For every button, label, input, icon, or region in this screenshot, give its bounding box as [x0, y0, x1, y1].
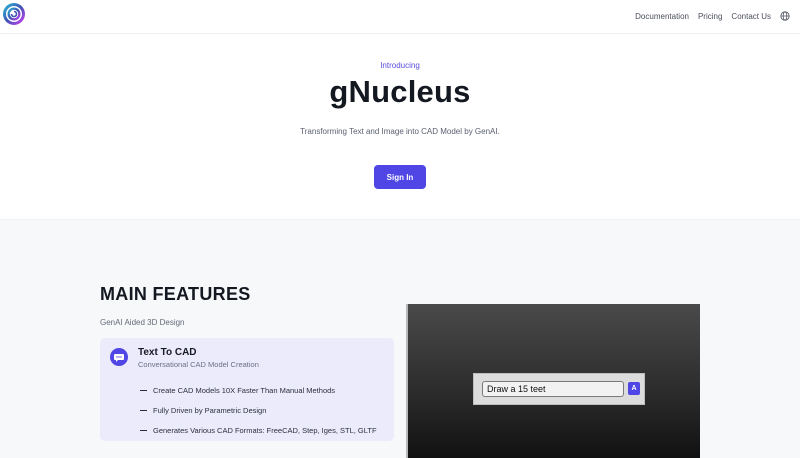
- main-features-section: MAIN FEATURES GenAI Aided 3D Design Text…: [0, 220, 800, 458]
- sign-in-button[interactable]: Sign In: [374, 165, 426, 189]
- bullet-text: Fully Driven by Parametric Design: [153, 405, 267, 415]
- list-item: Fully Driven by Parametric Design: [140, 400, 377, 420]
- nav-pricing[interactable]: Pricing: [698, 12, 722, 21]
- dash-icon: [140, 409, 147, 411]
- prompt-dialog: A: [473, 373, 645, 405]
- top-nav: Documentation Pricing Contact Us: [626, 11, 790, 21]
- hero-title: gNucleus: [329, 74, 471, 109]
- list-item: Generates Various CAD Formats: FreeCAD, …: [140, 420, 377, 440]
- globe-icon[interactable]: [780, 11, 790, 21]
- features-title: MAIN FEATURES: [100, 284, 251, 304]
- demo-video-viewer[interactable]: A: [406, 304, 700, 458]
- nav-contact-us[interactable]: Contact Us: [731, 12, 771, 21]
- feature-bullet-list: Create CAD Models 10X Faster Than Manual…: [140, 380, 377, 440]
- top-nav-bar: Documentation Pricing Contact Us: [0, 0, 800, 34]
- nav-documentation[interactable]: Documentation: [635, 12, 689, 21]
- dash-icon: [140, 389, 147, 391]
- bullet-text: Create CAD Models 10X Faster Than Manual…: [153, 385, 336, 395]
- list-item: Create CAD Models 10X Faster Than Manual…: [140, 380, 377, 400]
- chat-bubble-icon: [110, 348, 128, 366]
- bullet-text: Generates Various CAD Formats: FreeCAD, …: [153, 425, 377, 435]
- hero-subtitle: Transforming Text and Image into CAD Mod…: [300, 127, 500, 136]
- features-subtitle: GenAI Aided 3D Design: [100, 318, 185, 327]
- feature-card-text-to-cad[interactable]: Text To CAD Conversational CAD Model Cre…: [100, 338, 394, 441]
- spiral-logo-icon[interactable]: [2, 2, 26, 26]
- hero-section: Introducing gNucleus Transforming Text a…: [0, 34, 800, 220]
- feature-card-subtitle: Conversational CAD Model Creation: [138, 360, 259, 369]
- page: Documentation Pricing Contact Us Introdu…: [0, 0, 800, 458]
- dash-icon: [140, 429, 147, 431]
- viewer-edge: [406, 304, 408, 458]
- feature-card-title: Text To CAD: [138, 347, 197, 358]
- prompt-input[interactable]: [482, 381, 624, 397]
- hero-intro: Introducing: [380, 61, 420, 70]
- prompt-submit-button[interactable]: A: [628, 382, 640, 395]
